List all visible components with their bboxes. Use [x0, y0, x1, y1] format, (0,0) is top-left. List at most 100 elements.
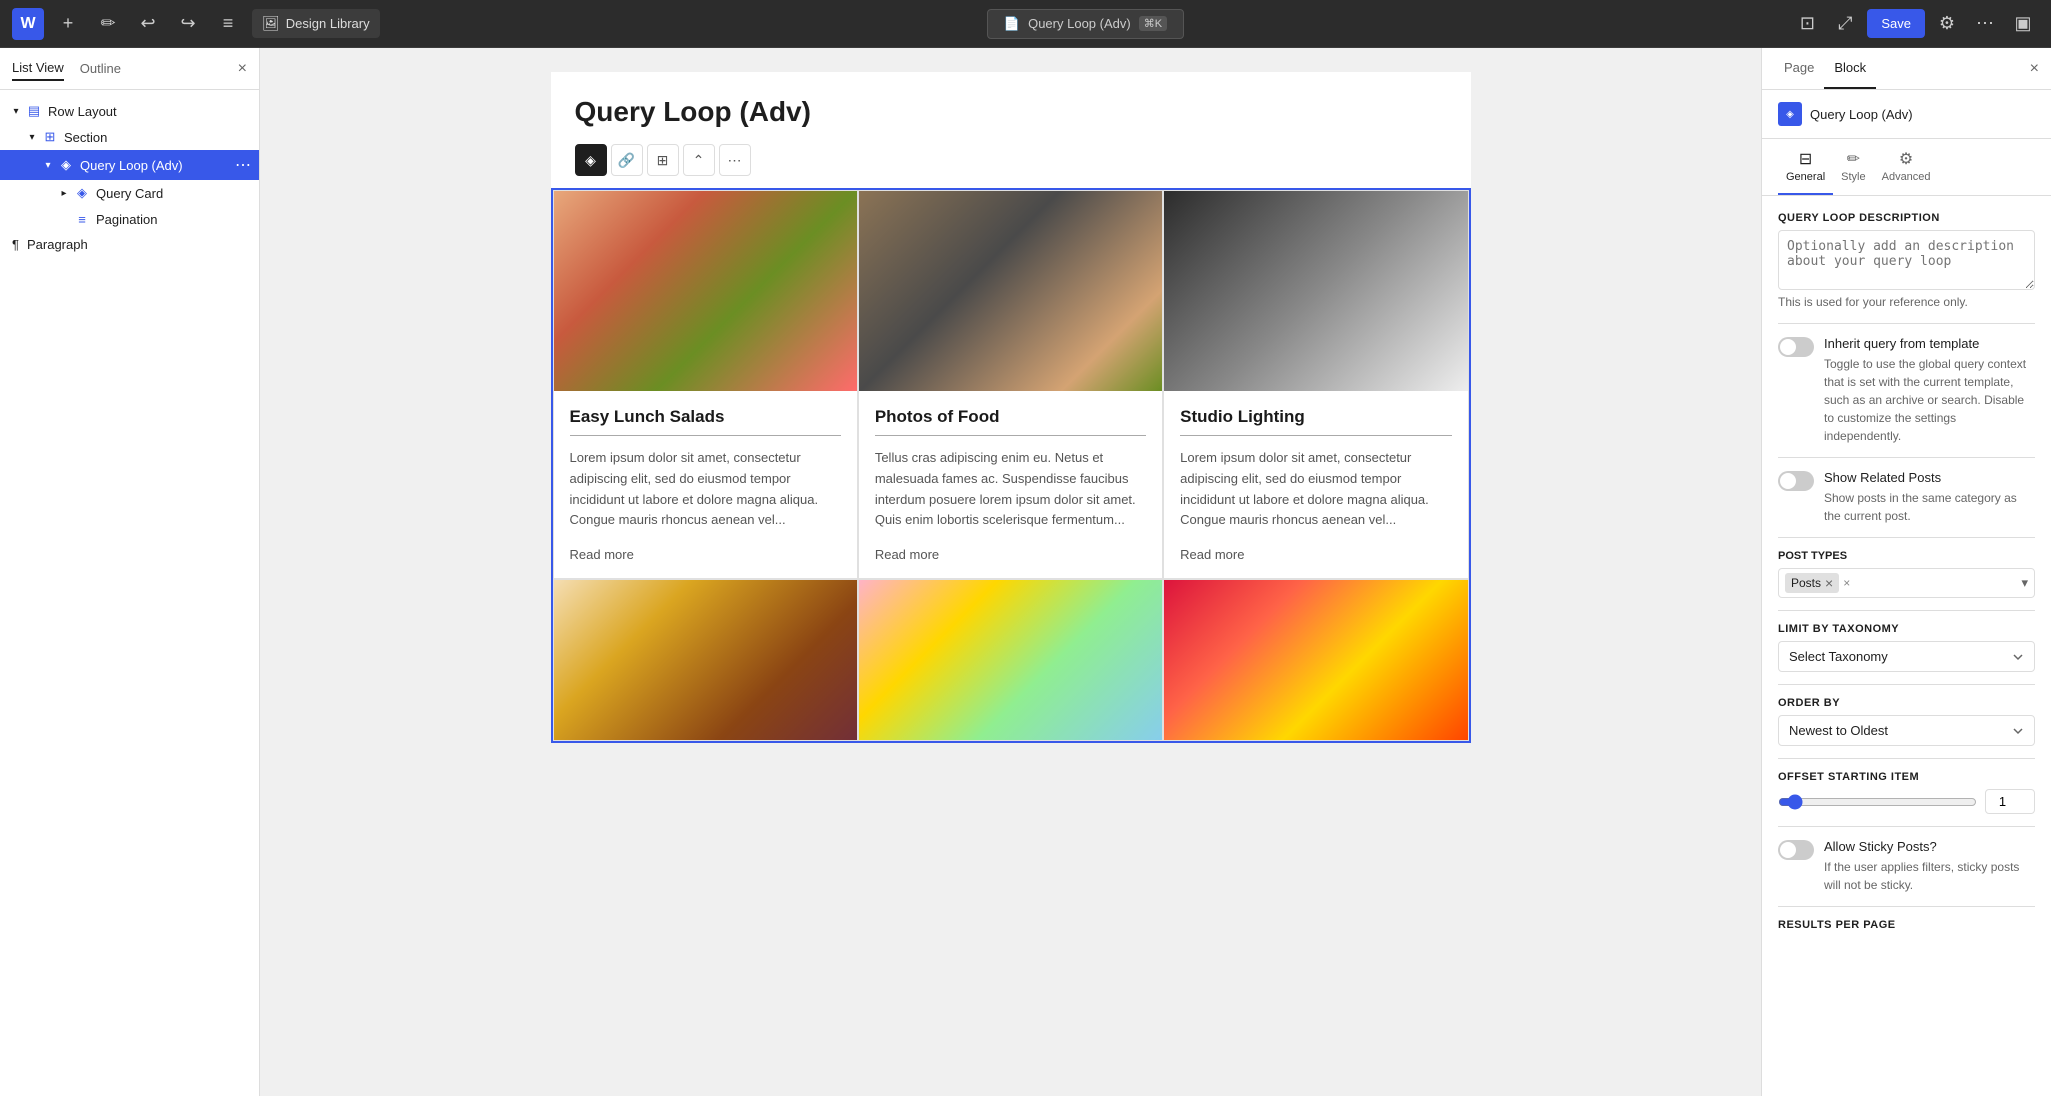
tree-item-query-card[interactable]: ▸ ◈ Query Card	[0, 180, 259, 206]
tree-item-pagination[interactable]: ≡ Pagination	[0, 206, 259, 232]
save-button[interactable]: Save	[1867, 9, 1925, 38]
more-options-icon[interactable]: ⋯	[235, 155, 251, 175]
query-loop-label: Query Loop (Adv)	[80, 158, 235, 173]
sub-tab-general[interactable]: ⊟ General	[1778, 139, 1833, 195]
post-types-input[interactable]: Posts × × ▾	[1778, 568, 2035, 598]
add-button[interactable]: +	[52, 8, 84, 40]
post-title-3[interactable]: Studio Lighting	[1180, 407, 1451, 436]
offset-slider-row	[1778, 789, 2035, 814]
tree-item-query-loop[interactable]: ▾ ◈ Query Loop (Adv) ⋯	[0, 150, 259, 180]
redo-button[interactable]: ↪	[172, 8, 204, 40]
query-card-label: Query Card	[96, 186, 251, 201]
allow-sticky-label: Allow Sticky Posts?	[1824, 839, 2035, 854]
results-per-page-label: Results per page	[1778, 919, 2035, 931]
row-layout-icon: ▤	[24, 103, 44, 119]
offset-label: Offset Starting Item	[1778, 771, 2035, 783]
read-more-3[interactable]: Read more	[1180, 547, 1244, 562]
allow-sticky-text: Allow Sticky Posts? If the user applies …	[1824, 839, 2035, 894]
section-label: Section	[64, 130, 251, 145]
block-name-section: ◈ Query Loop (Adv)	[1762, 90, 2051, 139]
more-toolbar-btn[interactable]: ⋯	[719, 144, 751, 176]
edit-icon-button[interactable]: ✏	[92, 8, 124, 40]
paragraph-icon: ¶	[12, 237, 19, 252]
post-content-3: Studio Lighting Lorem ipsum dolor sit am…	[1164, 391, 1467, 578]
post-card-5	[858, 579, 1163, 741]
offset-number-input[interactable]	[1985, 789, 2035, 814]
clear-post-types-btn[interactable]: ×	[1843, 576, 1850, 590]
block-toolbar: ◈ 🔗 ⊞ ⌃ ⋯	[551, 144, 1471, 188]
post-image-1	[554, 191, 857, 391]
design-library-button[interactable]: 🖼 Design Library	[252, 9, 380, 38]
link-toolbar-btn[interactable]: 🔗	[611, 144, 643, 176]
topbar-center: 📄 Query Loop (Adv) ⌘K	[388, 9, 1784, 39]
query-icon-toolbar-btn[interactable]: ◈	[575, 144, 607, 176]
more-tools-button[interactable]: ⋯	[1969, 8, 2001, 40]
advanced-icon: ⚙	[1899, 149, 1913, 169]
right-panel-tab-bar: Page Block ×	[1762, 48, 2051, 90]
divider-6	[1778, 758, 2035, 759]
offset-slider[interactable]	[1778, 794, 1977, 810]
chevron-icon: ▾	[8, 103, 24, 119]
tree-item-paragraph[interactable]: ¶ Paragraph	[0, 232, 259, 257]
list-view-button[interactable]: ≡	[212, 8, 244, 40]
post-image-5	[859, 580, 1162, 740]
settings-button[interactable]: ⚙	[1931, 8, 1963, 40]
tree-area: ▾ ▤ Row Layout ▾ ⊞ Section ▾ ◈ Query Loo…	[0, 90, 259, 1096]
post-card-4	[553, 579, 858, 741]
show-related-desc: Show posts in the same category as the c…	[1824, 489, 2035, 525]
taxonomy-select[interactable]: Select Taxonomy	[1778, 641, 2035, 672]
allow-sticky-toggle[interactable]	[1778, 840, 1814, 860]
tree-item-row-layout[interactable]: ▾ ▤ Row Layout	[0, 98, 259, 124]
tree-item-section[interactable]: ▾ ⊞ Section	[0, 124, 259, 150]
read-more-2[interactable]: Read more	[875, 547, 939, 562]
posts-tag-remove[interactable]: ×	[1825, 575, 1833, 591]
post-content-1: Easy Lunch Salads Lorem ipsum dolor sit …	[554, 391, 857, 578]
canvas-inner: Query Loop (Adv) ◈ 🔗 ⊞ ⌃ ⋯ Easy Lunch Sa…	[551, 72, 1471, 743]
view-button[interactable]: ⊡	[1791, 8, 1823, 40]
grid-toolbar-btn[interactable]: ⊞	[647, 144, 679, 176]
query-card-icon: ◈	[72, 185, 92, 201]
show-related-row: Show Related Posts Show posts in the sam…	[1778, 470, 2035, 525]
posts-grid: Easy Lunch Salads Lorem ipsum dolor sit …	[551, 188, 1471, 743]
order-by-select[interactable]: Newest to Oldest Oldest to Newest Alphab…	[1778, 715, 2035, 746]
post-title-2[interactable]: Photos of Food	[875, 407, 1146, 436]
undo-button[interactable]: ↩	[132, 8, 164, 40]
row-layout-label: Row Layout	[48, 104, 251, 119]
show-related-text: Show Related Posts Show posts in the sam…	[1824, 470, 2035, 525]
post-types-dropdown-icon[interactable]: ▾	[2021, 575, 2028, 591]
tab-list-view[interactable]: List View	[12, 56, 64, 81]
page-title: Query Loop (Adv)	[551, 72, 1471, 144]
panel-tab-bar: List View Outline ×	[0, 48, 259, 90]
pagination-icon: ≡	[72, 211, 92, 227]
allow-sticky-row: Allow Sticky Posts? If the user applies …	[1778, 839, 2035, 894]
advanced-label: Advanced	[1882, 171, 1931, 183]
left-panel: List View Outline × ▾ ▤ Row Layout ▾ ⊞ S…	[0, 48, 260, 1096]
post-content-2: Photos of Food Tellus cras adipiscing en…	[859, 391, 1162, 578]
posts-tag: Posts ×	[1785, 573, 1839, 593]
sidebar-toggle-button[interactable]: ▣	[2007, 8, 2039, 40]
inherit-query-label: Inherit query from template	[1824, 336, 2035, 351]
sub-tab-style[interactable]: ✏ Style	[1833, 139, 1873, 195]
page-title-button[interactable]: 📄 Query Loop (Adv) ⌘K	[987, 9, 1184, 39]
sub-tab-advanced[interactable]: ⚙ Advanced	[1874, 139, 1939, 195]
tab-block[interactable]: Block	[1824, 48, 1876, 89]
inherit-query-text: Inherit query from template Toggle to us…	[1824, 336, 2035, 445]
read-more-1[interactable]: Read more	[570, 547, 634, 562]
section-icon: ⊞	[40, 129, 60, 145]
inherit-query-toggle[interactable]	[1778, 337, 1814, 357]
query-loop-desc-label: Query Loop Description	[1778, 212, 2035, 224]
panel-close-button[interactable]: ×	[238, 60, 247, 78]
tab-outline[interactable]: Outline	[80, 57, 121, 80]
chevron-toolbar-btn[interactable]: ⌃	[683, 144, 715, 176]
post-title-1[interactable]: Easy Lunch Salads	[570, 407, 841, 436]
tab-page[interactable]: Page	[1774, 48, 1824, 89]
external-link-button[interactable]: ⤢	[1829, 8, 1861, 40]
right-panel-close-button[interactable]: ×	[2030, 60, 2039, 78]
style-icon: ✏	[1847, 149, 1860, 169]
post-card-6	[1163, 579, 1468, 741]
block-icon: ◈	[1778, 102, 1802, 126]
query-loop-desc-textarea[interactable]	[1778, 230, 2035, 290]
divider-7	[1778, 826, 2035, 827]
show-related-toggle[interactable]	[1778, 471, 1814, 491]
style-label: Style	[1841, 171, 1865, 183]
